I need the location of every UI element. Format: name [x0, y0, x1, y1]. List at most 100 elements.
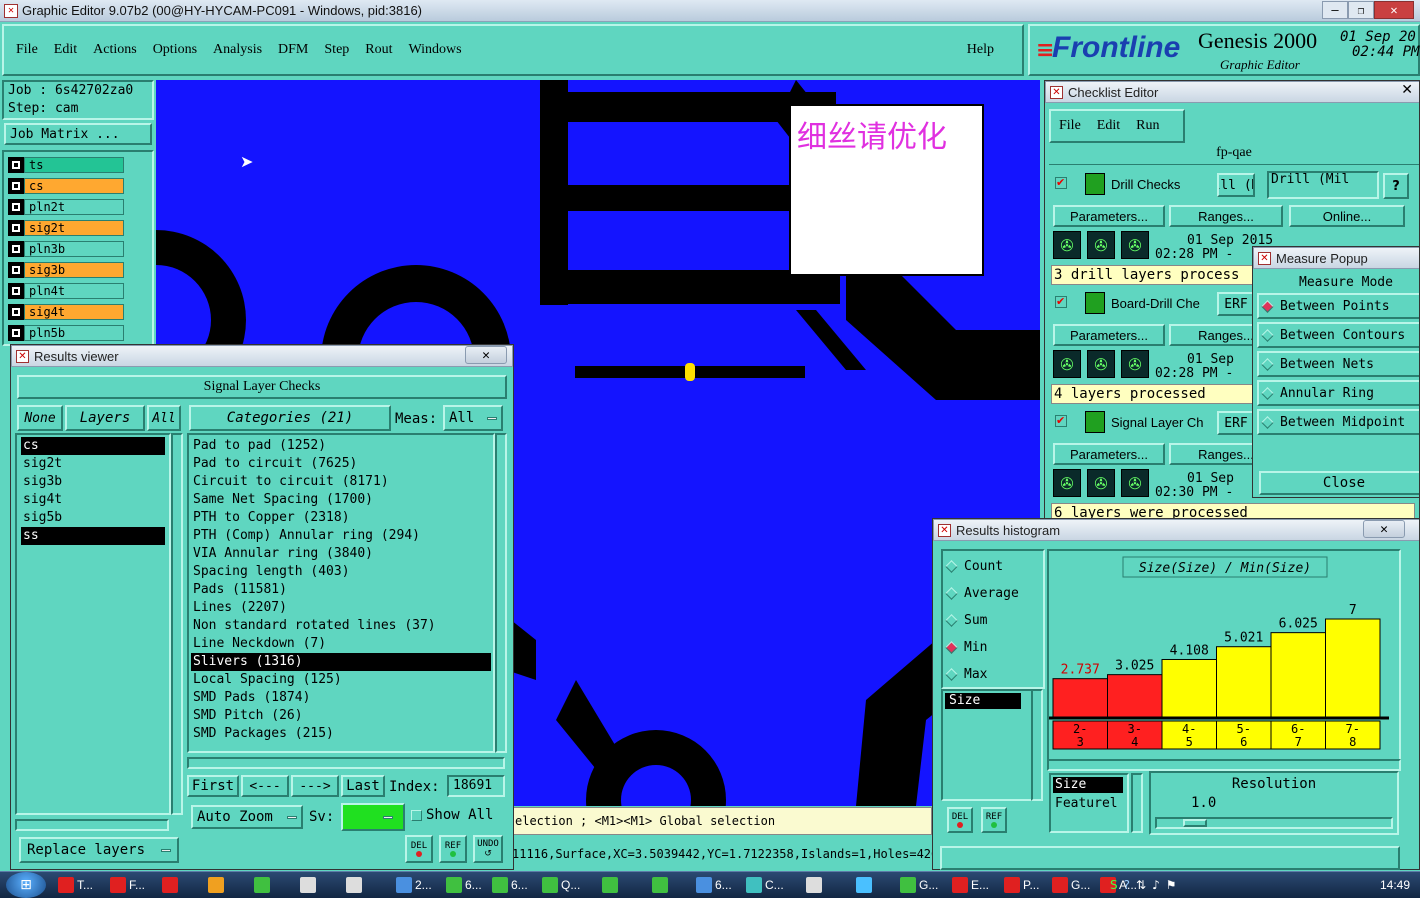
list-item[interactable]: sig5b — [21, 509, 165, 527]
check-enabled-checkbox[interactable]: ✔ — [1055, 296, 1067, 308]
taskbar-item[interactable]: F... — [110, 873, 162, 897]
menu-options[interactable]: Options — [153, 42, 197, 58]
list-item[interactable]: Lines (2207) — [191, 599, 491, 617]
list-item[interactable]: Size — [945, 693, 1021, 709]
measure-option[interactable]: Between Midpoint — [1257, 409, 1419, 435]
sv-color-dropdown[interactable] — [341, 803, 405, 831]
minimize-button[interactable]: – — [1322, 1, 1348, 19]
layers-button[interactable]: Layers — [65, 405, 145, 431]
measure-option[interactable]: Annular Ring — [1257, 380, 1419, 406]
tray-icon[interactable]: S — [1110, 878, 1118, 892]
undo-button[interactable]: UNDO ↺ — [473, 835, 503, 863]
results-viewer-close-button[interactable]: ✕ — [465, 346, 507, 364]
list-item[interactable]: Line Neckdown (7) — [191, 635, 491, 653]
erf-button[interactable]: Drill (Mil — [1217, 173, 1255, 197]
measure-option[interactable]: Between Nets — [1257, 351, 1419, 377]
list-item[interactable]: PTH (Comp) Annular ring (294) — [191, 527, 491, 545]
online-button[interactable]: Online... — [1289, 205, 1405, 227]
list-item[interactable]: sig4t — [21, 491, 165, 509]
measure-option[interactable]: Between Contours — [1257, 322, 1419, 348]
last-button[interactable]: Last — [341, 775, 385, 797]
help-button[interactable]: ? — [1383, 173, 1409, 199]
layer-checkbox[interactable] — [8, 283, 24, 299]
network-tray-icon[interactable]: ⇅ — [1136, 878, 1146, 892]
list-item[interactable]: SMD Pitch (26) — [191, 707, 491, 725]
parameters-button[interactable]: Parameters... — [1053, 324, 1165, 346]
layer-row[interactable]: pln5b — [8, 325, 124, 341]
none-button[interactable]: None — [17, 405, 63, 431]
layer-row[interactable]: pln2t — [8, 199, 124, 215]
slider-thumb[interactable] — [1183, 819, 1207, 827]
list-item[interactable]: Slivers (1316) — [191, 653, 491, 671]
flag-tray-icon[interactable]: ⚑ — [1166, 878, 1177, 892]
histogram-hscrollbar[interactable] — [1047, 759, 1401, 771]
taskbar-item[interactable] — [162, 873, 208, 897]
layer-row[interactable]: ts — [8, 157, 124, 173]
parameters-button[interactable]: Parameters... — [1053, 205, 1165, 227]
menu-dfm[interactable]: DFM — [278, 42, 308, 58]
taskbar-item[interactable]: E... — [952, 873, 1004, 897]
menu-file[interactable]: File — [16, 42, 38, 58]
layer-checkbox[interactable] — [8, 199, 24, 215]
menu-help[interactable]: Help — [967, 42, 994, 58]
list-item[interactable]: Non standard rotated lines (37) — [191, 617, 491, 635]
layer-checkbox[interactable] — [8, 325, 24, 341]
run-check-icon[interactable]: ✇ — [1053, 350, 1081, 378]
run-next-icon[interactable]: ✇ — [1087, 231, 1115, 259]
categories-scrollbar[interactable] — [495, 433, 507, 753]
list-item[interactable]: SMD Packages (215) — [191, 725, 491, 743]
histogram-ref-button[interactable]: REF — [981, 807, 1007, 833]
taskbar-item[interactable] — [806, 873, 856, 897]
taskbar-item[interactable] — [602, 873, 652, 897]
layer-checkbox[interactable] — [8, 157, 24, 173]
meas-dropdown[interactable]: All — [443, 405, 503, 431]
taskbar-item[interactable]: 2... — [396, 873, 446, 897]
taskbar-item[interactable]: G... — [900, 873, 952, 897]
taskbar-item[interactable]: 6... — [696, 873, 746, 897]
check-enabled-checkbox[interactable]: ✔ — [1055, 177, 1067, 189]
list-item[interactable]: cs — [21, 437, 165, 455]
ranges-button[interactable]: Ranges... — [1169, 205, 1283, 227]
replace-layers-dropdown[interactable]: Replace layers — [19, 837, 179, 863]
taskbar-item[interactable] — [208, 873, 254, 897]
layer-row[interactable]: cs — [8, 178, 124, 194]
taskbar-item[interactable]: P... — [1004, 873, 1052, 897]
job-matrix-button[interactable]: Job Matrix ... — [4, 123, 152, 145]
auto-zoom-dropdown[interactable]: Auto Zoom — [191, 805, 303, 829]
histogram-mode-option[interactable]: Average — [943, 580, 1043, 607]
histogram-size-list[interactable]: Size — [941, 689, 1033, 801]
list-item[interactable]: sig3b — [21, 473, 165, 491]
layer-row[interactable]: pln3b — [8, 241, 124, 257]
run-check-icon[interactable]: ✇ — [1053, 231, 1081, 259]
histogram-mode-option[interactable]: Min — [943, 634, 1043, 661]
run-next-icon[interactable]: ✇ — [1087, 350, 1115, 378]
list-item[interactable]: SMD Pads (1874) — [191, 689, 491, 707]
help-tray-icon[interactable]: ? — [1124, 878, 1130, 892]
layer-checkbox[interactable] — [8, 178, 24, 194]
taskbar-item[interactable] — [300, 873, 346, 897]
menu-windows[interactable]: Windows — [409, 42, 462, 58]
histogram-del-button[interactable]: DEL — [947, 807, 973, 833]
checklist-menu-edit[interactable]: Edit — [1097, 118, 1120, 134]
measure-option[interactable]: Between Points — [1257, 293, 1419, 319]
list-item[interactable]: Pad to pad (1252) — [191, 437, 491, 455]
categories-hscrollbar[interactable] — [187, 757, 505, 769]
layer-checkbox[interactable] — [8, 304, 24, 320]
layer-row[interactable]: sig2t — [8, 220, 124, 236]
next-button[interactable]: ---> — [291, 775, 339, 797]
layer-checkbox[interactable] — [8, 220, 24, 236]
list-item[interactable]: Circuit to circuit (8171) — [191, 473, 491, 491]
categories-list[interactable]: Pad to pad (1252) Pad to circuit (7625) Ci… — [187, 433, 495, 753]
run-all-icon[interactable]: ✇ — [1121, 350, 1149, 378]
layer-row[interactable]: pln4t — [8, 283, 124, 299]
taskbar-item[interactable]: Q... — [542, 873, 602, 897]
histogram-mode-option[interactable]: Sum — [943, 607, 1043, 634]
parameters-button[interactable]: Parameters... — [1053, 443, 1165, 465]
layer-checkbox[interactable] — [8, 241, 24, 257]
taskbar-item[interactable]: T... — [58, 873, 110, 897]
taskbar-item[interactable]: 6... — [446, 873, 492, 897]
histogram-close-button[interactable]: ✕ — [1363, 520, 1405, 538]
list-item[interactable]: Same Net Spacing (1700) — [191, 491, 491, 509]
index-input[interactable]: 18691 — [447, 775, 505, 797]
erf-value-field[interactable]: Drill (Mil — [1267, 171, 1379, 199]
